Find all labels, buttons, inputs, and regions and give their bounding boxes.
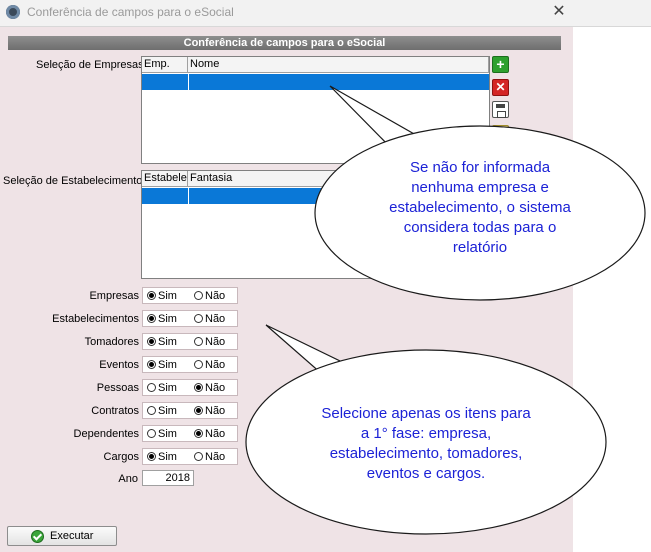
callout-line: nenhuma empresa e	[411, 179, 549, 196]
callout-line: estabelecimento, tomadores,	[329, 445, 523, 462]
callout-line: considera todas para o	[403, 219, 557, 236]
callout-line: a 1° fase: empresa,	[360, 425, 492, 442]
callout-line: eventos e cargos.	[366, 465, 486, 482]
callout-top-text: Se não for informada nenhuma empresa e e…	[345, 158, 615, 258]
callout-line: estabelecimento, o sistema	[389, 199, 571, 216]
callout-line: Selecione apenas os itens para	[321, 405, 531, 422]
callout-line: relatório	[452, 239, 508, 256]
callout-bottom-text: Selecione apenas os itens para a 1° fase…	[286, 404, 566, 484]
callout-line: Se não for informada	[409, 159, 551, 176]
